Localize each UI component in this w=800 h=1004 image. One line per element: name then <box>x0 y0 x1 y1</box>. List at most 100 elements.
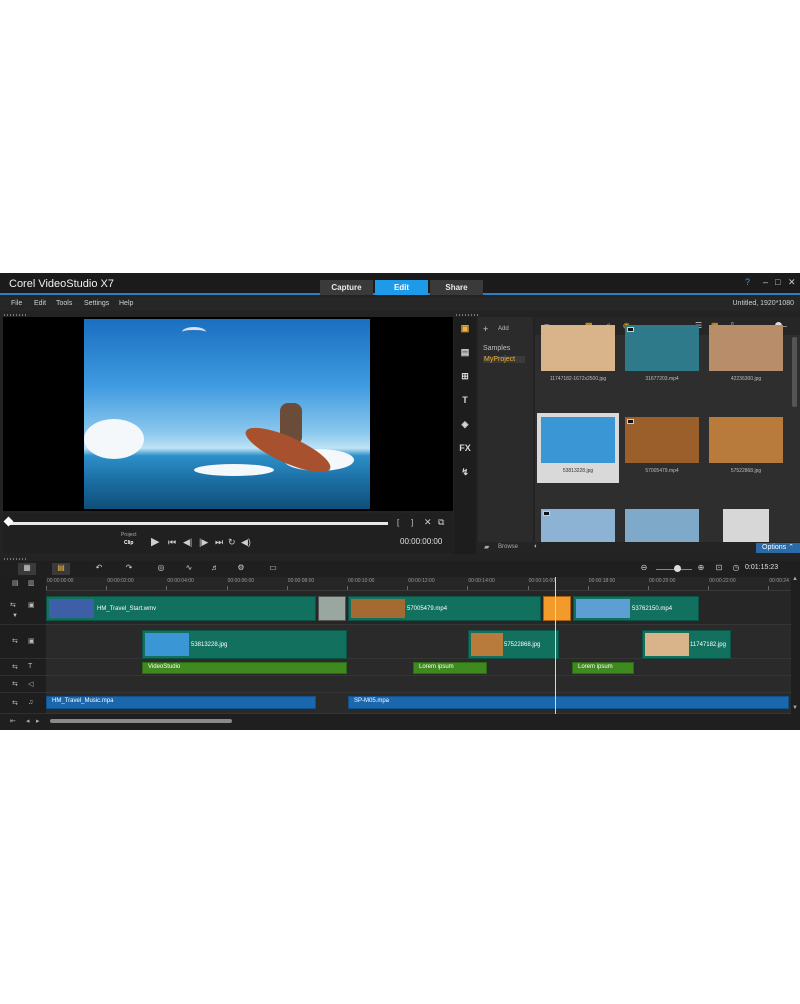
end-icon[interactable]: ⏭ <box>215 537 223 548</box>
track-visibility-icon[interactable]: ⇆ <box>12 637 18 645</box>
library-scrollbar[interactable] <box>792 337 797 407</box>
scroll-right-icon[interactable]: ▸ <box>36 717 40 725</box>
collapse-icon[interactable]: ◐ <box>534 543 538 550</box>
menu-help[interactable]: Help <box>119 300 133 307</box>
mark-in-icon[interactable]: [ <box>397 518 399 527</box>
record-capture-icon[interactable]: ◎ <box>152 563 170 575</box>
video-track-icon[interactable]: ▣ <box>28 601 35 609</box>
menu-edit[interactable]: Edit <box>34 300 46 307</box>
voice-track-icon[interactable]: ◁ <box>28 680 33 688</box>
timeline-clip[interactable]: 53813228.jpg <box>142 630 347 659</box>
transition-clip[interactable] <box>318 596 346 621</box>
library-thumbnail[interactable]: 42236300.jpg <box>705 321 787 391</box>
menu-settings[interactable]: Settings <box>84 300 109 307</box>
music-track-icon[interactable]: ♫ <box>28 699 33 706</box>
panel-grip[interactable] <box>4 314 28 316</box>
zoom-out-icon[interactable]: ⊖ <box>635 563 653 575</box>
volume-icon[interactable]: ◀) <box>241 537 251 548</box>
maximize-button[interactable]: □ <box>775 277 780 287</box>
auto-music-icon[interactable]: ♬ <box>206 563 224 575</box>
track-dropdown-icon[interactable]: ▼ <box>12 613 18 619</box>
audio-clip[interactable]: SP-M05.mpa <box>348 696 789 709</box>
library-thumbnail[interactable]: 11747182-1672x2500.jpg <box>537 321 619 391</box>
storyboard-view-icon[interactable]: ▦ <box>18 563 36 575</box>
timeline-clip[interactable]: 53762150.mp4 <box>573 596 699 621</box>
scroll-left-icon[interactable]: ◂ <box>26 717 30 725</box>
scrubber-bar[interactable] <box>7 522 388 525</box>
timeline-vertical-scrollbar[interactable]: ▲ ▼ <box>791 576 800 714</box>
chapter-point-icon[interactable]: ▥ <box>28 579 35 587</box>
instant-project-icon[interactable]: ▤ <box>458 347 472 361</box>
title-clip[interactable]: Lorem ipsum <box>572 662 634 674</box>
motion-tracking-icon[interactable]: ⚙ <box>232 563 250 575</box>
title-clip[interactable]: Lorem ipsum <box>413 662 487 674</box>
track-visibility-icon[interactable]: ⇆ <box>12 699 18 707</box>
player-controls: [ ] ✕ ⧉ Project Clip ▶ ⏮ ◀| |▶ ⏭ ↻ ◀) 00… <box>3 513 453 553</box>
close-button[interactable]: ✕ <box>788 277 796 288</box>
ruler-tick-label: 00:00:00:00 <box>47 578 74 584</box>
sound-mixer-icon[interactable]: ∿ <box>180 563 198 575</box>
track-manager-icon[interactable]: ▤ <box>12 579 19 587</box>
scroll-to-start-icon[interactable]: ⇤ <box>10 717 16 725</box>
add-folder-label[interactable]: Add <box>498 326 509 332</box>
graphic-icon[interactable]: ◈ <box>458 419 472 433</box>
redo-icon[interactable]: ↷ <box>120 563 138 575</box>
library-thumbnail[interactable]: 57522868.jpg <box>705 413 787 483</box>
timeline-horizontal-scrollbar[interactable] <box>50 719 232 723</box>
minimize-button[interactable]: – <box>763 277 768 287</box>
title-clip[interactable]: VideoStudio <box>142 662 347 674</box>
next-frame-icon[interactable]: |▶ <box>199 537 208 548</box>
track-visibility-icon[interactable]: ⇆ <box>12 663 18 671</box>
audio-clip[interactable]: HM_Travel_Music.mpa <box>46 696 316 709</box>
zoom-handle[interactable] <box>674 565 681 572</box>
menu-tools[interactable]: Tools <box>56 300 72 307</box>
timeline-clip[interactable]: 57005479.mp4 <box>348 596 541 621</box>
subtitle-editor-icon[interactable]: ▭ <box>264 563 282 575</box>
browse-icon[interactable]: ▰ <box>484 543 489 551</box>
library-thumbnail[interactable]: 57005479.mp4 <box>621 413 703 483</box>
library-thumbnail[interactable]: 53813228.jpg <box>537 413 619 483</box>
transition-clip[interactable] <box>543 596 571 621</box>
play-icon[interactable]: ▶ <box>151 535 159 548</box>
folder-samples[interactable]: Samples <box>483 345 510 352</box>
panel-grip[interactable] <box>4 558 28 560</box>
library-thumbnail[interactable]: 31677203.mp4 <box>621 321 703 391</box>
browse-button[interactable]: Browse <box>498 544 518 550</box>
options-button[interactable]: Options ⌃ <box>756 543 800 553</box>
fx-icon[interactable]: FX <box>458 443 472 457</box>
media-icon[interactable]: ▣ <box>458 323 472 337</box>
folder-myproject[interactable]: MyProject <box>483 356 525 363</box>
tab-edit[interactable]: Edit <box>375 280 428 295</box>
path-icon[interactable]: ↯ <box>458 467 472 481</box>
add-folder-icon[interactable]: + <box>483 324 488 334</box>
help-icon[interactable]: ? <box>745 277 750 287</box>
panel-grip[interactable] <box>456 314 480 316</box>
tab-share[interactable]: Share <box>430 280 483 295</box>
project-clip-toggle[interactable]: Project Clip <box>121 531 137 547</box>
undo-icon[interactable]: ↶ <box>90 563 108 575</box>
timeline-clip[interactable]: HM_Travel_Start.wmv <box>46 596 316 621</box>
project-duration[interactable]: 0:01:15:23 <box>745 564 778 571</box>
repeat-icon[interactable]: ↻ <box>228 537 236 548</box>
timeline-view-icon[interactable]: ▤ <box>52 563 70 575</box>
timeline-ruler[interactable]: 00:00:00:00 00:00:02:00 00:00:04:00 00:00:0… <box>46 577 791 591</box>
fit-project-icon[interactable]: ⊡ <box>710 563 728 575</box>
split-icon[interactable]: ✕ <box>424 517 432 528</box>
ripple-edit-icon[interactable]: ⇆ <box>10 601 16 609</box>
player-timecode[interactable]: 00:00:00:00 <box>400 537 442 546</box>
timeline-playhead[interactable] <box>555 577 556 714</box>
prev-frame-icon[interactable]: ◀| <box>183 537 192 548</box>
title-track-icon[interactable]: T <box>28 663 32 670</box>
title-icon[interactable]: T <box>458 395 472 409</box>
zoom-in-icon[interactable]: ⊕ <box>692 563 710 575</box>
timeline-clip[interactable]: 11747182.jpg <box>642 630 731 659</box>
overlay-track-icon[interactable]: ▣ <box>28 637 35 645</box>
mark-out-icon[interactable]: ] <box>411 518 413 527</box>
tab-capture[interactable]: Capture <box>320 280 373 295</box>
home-icon[interactable]: ⏮ <box>168 537 176 548</box>
transition-icon[interactable]: ⊞ <box>458 371 472 385</box>
timeline-clip[interactable]: 57522868.jpg <box>468 630 559 659</box>
track-visibility-icon[interactable]: ⇆ <box>12 680 18 688</box>
menu-file[interactable]: File <box>11 300 22 307</box>
enlarge-icon[interactable]: ⧉ <box>438 517 444 528</box>
